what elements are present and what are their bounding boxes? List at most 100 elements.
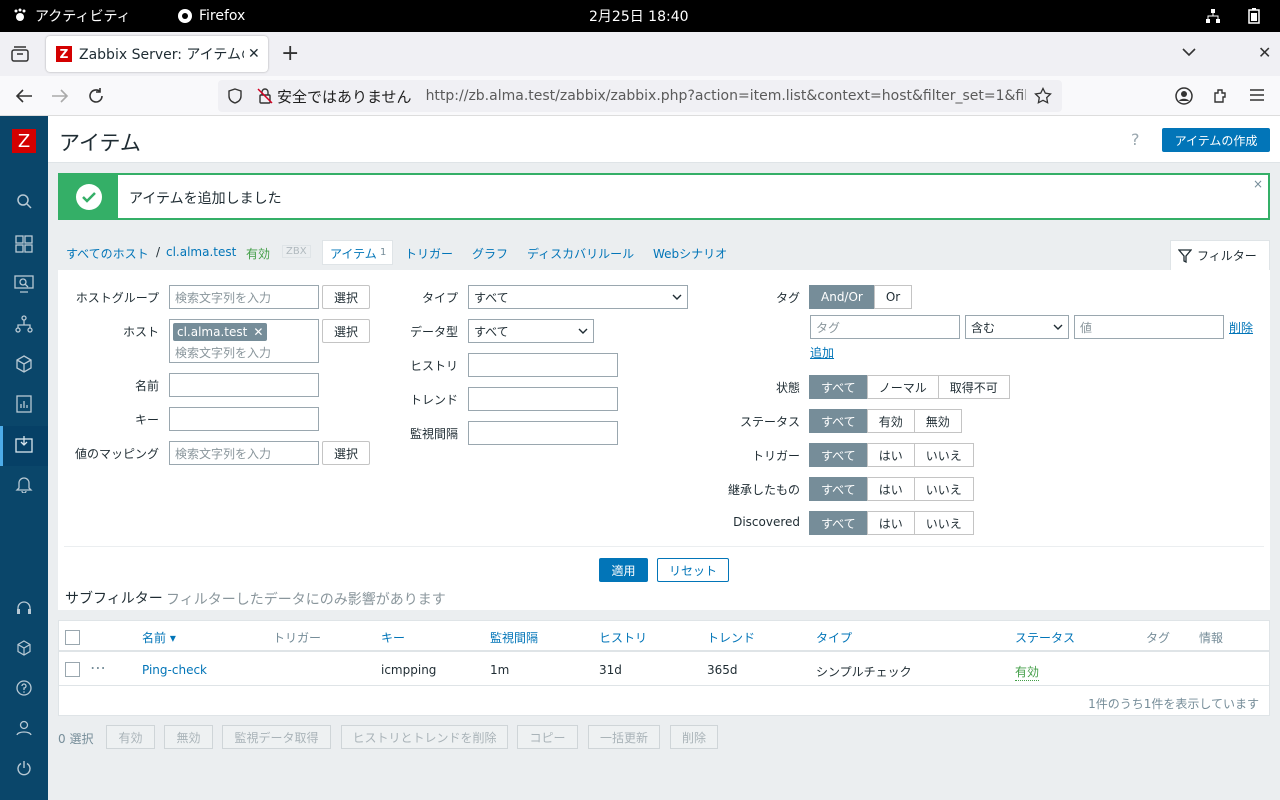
tags-andor-option[interactable]: And/Or — [809, 285, 875, 309]
hostgroup-input[interactable]: 検索文字列を入力 — [169, 285, 319, 309]
forward-icon[interactable] — [51, 88, 69, 107]
bookmark-star-icon[interactable] — [1033, 87, 1052, 105]
datatype-select[interactable]: すべて — [468, 319, 594, 343]
monitoring-icon[interactable] — [14, 274, 34, 294]
inventory-icon[interactable] — [14, 354, 34, 374]
triggers-option[interactable]: いいえ — [913, 443, 974, 467]
data-collection-icon[interactable] — [14, 434, 34, 454]
shield-icon[interactable] — [227, 88, 243, 104]
item-name-link[interactable]: Ping-check — [142, 663, 207, 677]
status-option[interactable]: 有効 — [866, 409, 915, 433]
filter-tab[interactable]: フィルター — [1170, 240, 1270, 270]
type-select[interactable]: すべて — [468, 285, 688, 309]
hostgroup-select-button[interactable]: 選択 — [322, 285, 370, 309]
close-message-icon[interactable]: × — [1253, 177, 1263, 191]
copy-button[interactable]: コピー — [517, 725, 578, 749]
tab-web[interactable]: Webシナリオ — [653, 245, 727, 262]
reset-button[interactable]: リセット — [657, 558, 729, 582]
extensions-icon[interactable] — [1212, 87, 1230, 108]
triggers-option[interactable]: はい — [866, 443, 915, 467]
mass-update-button[interactable]: 一括更新 — [588, 725, 660, 749]
apply-button[interactable]: 適用 — [599, 558, 648, 582]
interval-input[interactable] — [468, 421, 618, 445]
reports-icon[interactable] — [14, 394, 34, 414]
select-all-checkbox[interactable] — [65, 630, 80, 645]
state-option[interactable]: ノーマル — [866, 375, 939, 399]
col-trends-header[interactable]: トレンド — [707, 629, 755, 646]
triggers-option[interactable]: すべて — [809, 443, 868, 467]
discovered-option[interactable]: いいえ — [913, 511, 974, 535]
battery-icon[interactable] — [1248, 8, 1260, 24]
name-input[interactable] — [169, 373, 319, 397]
tab-overview-icon[interactable] — [11, 46, 29, 65]
url-bar[interactable]: 安全ではありません http://zb.alma.test/zabbix/zab… — [218, 80, 1062, 112]
clock[interactable]: 2月25日 18:40 — [589, 0, 689, 32]
tab-triggers[interactable]: トリガー — [405, 245, 453, 262]
back-icon[interactable] — [15, 88, 33, 107]
inherited-option[interactable]: いいえ — [913, 477, 974, 501]
remove-chip-icon[interactable]: ✕ — [253, 325, 263, 339]
tag-operator-select[interactable]: 含む — [965, 315, 1069, 339]
tab-graphs[interactable]: グラフ — [472, 245, 508, 262]
tag-remove-link[interactable]: 削除 — [1229, 319, 1253, 336]
delete-button[interactable]: 削除 — [670, 725, 718, 749]
host-multiselect[interactable]: cl.alma.test ✕ 検索文字列を入力 — [169, 319, 319, 363]
inherited-option[interactable]: はい — [866, 477, 915, 501]
discovered-option[interactable]: はい — [866, 511, 915, 535]
breadcrumb-all-hosts[interactable]: すべてのホスト — [66, 245, 149, 262]
menu-hamburger-icon[interactable] — [1249, 88, 1265, 105]
account-icon[interactable] — [1175, 87, 1193, 108]
valuemap-input[interactable]: 検索文字列を入力 — [169, 441, 319, 465]
services-icon[interactable] — [14, 314, 34, 334]
close-tab-icon[interactable]: ✕ — [248, 46, 260, 62]
integrations-cube-icon[interactable] — [14, 638, 34, 658]
disable-button[interactable]: 無効 — [164, 725, 213, 749]
col-history-header[interactable]: ヒストリ — [599, 629, 647, 646]
search-icon[interactable] — [14, 191, 34, 211]
item-status-link[interactable]: 有効 — [1015, 663, 1040, 681]
new-tab-button[interactable]: + — [281, 41, 299, 66]
row-actions-menu-icon[interactable]: ⋯ — [90, 658, 106, 677]
support-headset-icon[interactable] — [14, 598, 34, 618]
help-icon[interactable]: ? — [1131, 130, 1140, 149]
tags-or-option[interactable]: Or — [873, 285, 913, 309]
tab-items-active[interactable]: アイテム 1 — [322, 240, 393, 265]
discovered-option[interactable]: すべて — [809, 511, 868, 535]
trends-input[interactable] — [468, 387, 618, 411]
history-input[interactable] — [468, 353, 618, 377]
zabbix-logo[interactable]: Z — [12, 129, 36, 153]
reload-icon[interactable] — [87, 87, 105, 108]
key-input[interactable] — [169, 407, 319, 431]
user-settings-icon[interactable] — [14, 718, 34, 738]
tag-add-link[interactable]: 追加 — [810, 344, 834, 361]
help-icon[interactable] — [14, 678, 34, 698]
activities-button[interactable]: アクティビティ — [12, 0, 131, 32]
col-name-header[interactable]: 名前 ▾ — [142, 629, 176, 646]
status-option[interactable]: すべて — [809, 409, 868, 433]
host-search-placeholder[interactable]: 検索文字列を入力 — [175, 344, 271, 361]
tag-value-input[interactable]: 値 — [1074, 315, 1224, 339]
col-type-header[interactable]: タイプ — [816, 629, 852, 646]
url-text[interactable]: http://zb.alma.test/zabbix/zabbix.php?ac… — [426, 88, 1026, 104]
enable-button[interactable]: 有効 — [106, 725, 155, 749]
dashboards-icon[interactable] — [14, 234, 34, 254]
host-select-button[interactable]: 選択 — [322, 319, 370, 343]
inherited-option[interactable]: すべて — [809, 477, 868, 501]
network-icon[interactable] — [1205, 8, 1221, 24]
valuemap-select-button[interactable]: 選択 — [322, 441, 370, 465]
tag-input[interactable]: タグ — [810, 315, 960, 339]
browser-tab-active[interactable]: Z Zabbix Server: アイテムの ✕ — [46, 36, 268, 72]
sign-out-power-icon[interactable] — [14, 758, 34, 778]
tab-list-chevron-down-icon[interactable] — [1182, 46, 1196, 60]
tab-discovery[interactable]: ディスカバリルール — [527, 245, 634, 262]
col-key-header[interactable]: キー — [381, 629, 405, 646]
create-item-button[interactable]: アイテムの作成 — [1162, 128, 1270, 152]
state-option[interactable]: すべて — [809, 375, 868, 399]
app-menu[interactable]: Firefox — [177, 0, 245, 32]
insecure-lock-icon[interactable] — [257, 88, 273, 104]
col-interval-header[interactable]: 監視間隔 — [490, 629, 538, 646]
close-window-icon[interactable]: ✕ — [1258, 43, 1271, 62]
state-option[interactable]: 取得不可 — [937, 375, 1010, 399]
row-checkbox[interactable] — [65, 662, 80, 677]
status-option[interactable]: 無効 — [913, 409, 962, 433]
